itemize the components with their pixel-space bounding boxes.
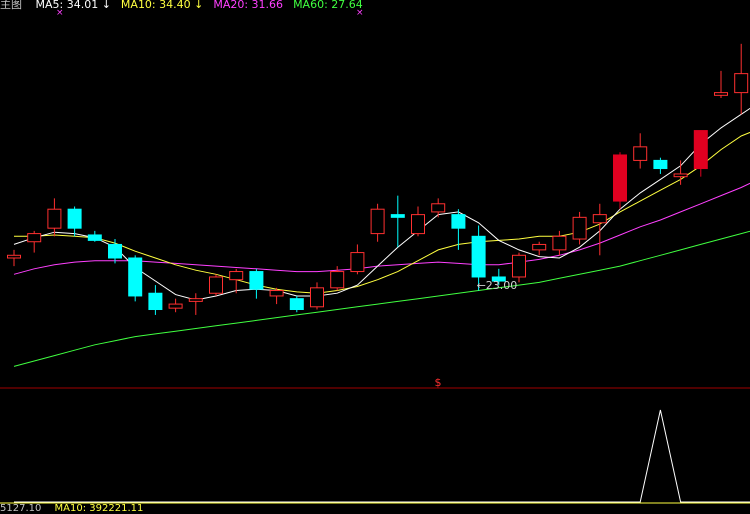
candle-body-5	[108, 243, 122, 259]
candle-body-0	[7, 254, 21, 259]
candle-body-17	[350, 252, 365, 273]
candle-body-33	[673, 173, 688, 178]
candle-body-35	[714, 92, 728, 96]
candle-body-21	[431, 203, 446, 213]
candle-body-10	[209, 276, 223, 294]
candle-body-14	[289, 298, 304, 311]
volume-legend: 5127.10 MA10: 392221.11	[0, 503, 153, 514]
candle-body-32	[653, 159, 668, 170]
candle-body-8	[168, 303, 183, 309]
candle-body-28	[572, 216, 587, 240]
candle-body-30	[613, 154, 627, 202]
candle-body-2	[47, 208, 62, 229]
candle-body-15	[310, 287, 324, 308]
candle-body-29	[592, 214, 607, 224]
ma5-line	[13, 107, 750, 301]
candle-body-22	[451, 214, 466, 229]
legend-marker-2: ×	[356, 8, 364, 18]
panel-divider-marker: $	[435, 376, 442, 389]
candle-body-34	[693, 130, 708, 170]
candle-body-12	[249, 271, 264, 290]
candle-body-6	[128, 257, 143, 297]
ma10-line	[14, 131, 750, 294]
candle-body-9	[188, 298, 203, 302]
ma60-line	[13, 230, 750, 367]
candle-body-19	[390, 214, 405, 218]
candle-body-23	[471, 235, 486, 278]
candle-body-25	[512, 254, 526, 278]
candle-body-18	[370, 208, 385, 235]
legend-marker-1: ×	[56, 8, 64, 18]
candle-body-26	[532, 243, 547, 251]
low-price-label: ←23.00	[477, 279, 518, 292]
signal-line	[14, 409, 750, 503]
candle-body-7	[148, 292, 163, 311]
candle-body-11	[229, 271, 244, 281]
volume-ma-fragment: MA10: 392221.11	[54, 503, 144, 514]
candle-body-1	[27, 233, 42, 243]
kline-chart: × × $ ←23.00	[0, 8, 750, 504]
candle-body-4	[87, 234, 102, 241]
candle-body-27	[552, 235, 567, 251]
volume-value-fragment: 5127.10	[0, 503, 42, 514]
candle-body-31	[633, 146, 648, 161]
candle-body-20	[411, 214, 425, 235]
candle-body-13	[269, 290, 284, 297]
candle-body-36	[734, 73, 749, 94]
candle-body-16	[330, 271, 345, 289]
candle-body-3	[67, 208, 82, 229]
